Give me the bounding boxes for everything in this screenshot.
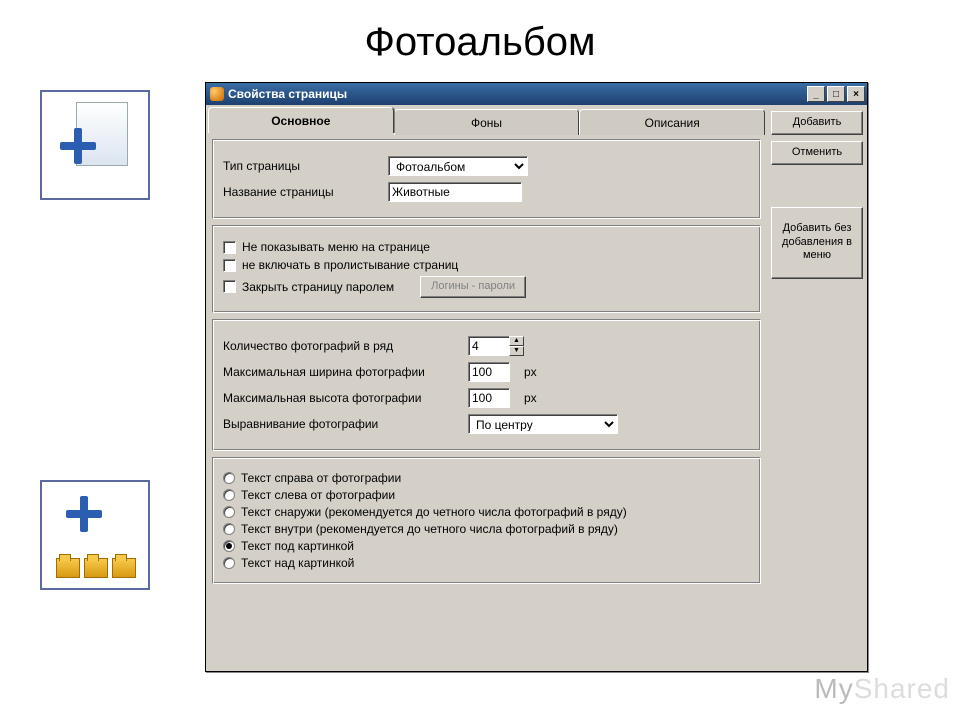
spin-down-icon[interactable]: ▼ (509, 346, 524, 356)
folder-icon (84, 558, 108, 578)
slide-title: Фотоальбом (0, 20, 960, 65)
cancel-button[interactable]: Отменить (771, 141, 863, 165)
radio-icon[interactable] (223, 557, 235, 569)
select-page-type[interactable]: Фотоальбом (388, 156, 528, 176)
titlebar[interactable]: Свойства страницы _ □ × (206, 83, 867, 105)
radio-text-position[interactable]: Текст над картинкой (223, 556, 750, 570)
spin-up-icon[interactable]: ▲ (509, 336, 524, 346)
watermark: MyShared (814, 673, 950, 705)
checkbox-lock-password[interactable] (223, 280, 236, 293)
new-album-icon (40, 480, 150, 590)
group-text-position: Текст справа от фотографии Текст слева от… (212, 457, 761, 584)
folder-icon (56, 558, 80, 578)
input-per-row[interactable] (468, 336, 510, 356)
input-page-name[interactable] (388, 182, 522, 202)
minimize-button[interactable]: _ (807, 86, 825, 102)
radio-text-position[interactable]: Текст слева от фотографии (223, 488, 750, 502)
page-properties-window: Свойства страницы _ □ × Основное Фоны Оп… (205, 82, 868, 672)
label-max-width: Максимальная ширина фотографии (223, 365, 458, 379)
tab-bar: Основное Фоны Описания (208, 107, 765, 133)
label-lock-password: Закрыть страницу паролем (242, 280, 394, 294)
label-max-height: Максимальная высота фотографии (223, 391, 458, 405)
maximize-button[interactable]: □ (827, 86, 845, 102)
radio-icon[interactable] (223, 506, 235, 518)
label-exclude-paging: не включать в пролистывание страниц (242, 258, 458, 272)
radio-icon[interactable] (223, 523, 235, 535)
radio-label: Текст слева от фотографии (241, 488, 395, 502)
radio-text-position[interactable]: Текст внутри (рекомендуется до четного ч… (223, 522, 750, 536)
tab-main[interactable]: Основное (208, 107, 394, 133)
radio-icon[interactable] (223, 472, 235, 484)
tab-backgrounds[interactable]: Фоны (394, 109, 580, 135)
group-photo-settings: Количество фотографий в ряд ▲ ▼ Максимал… (212, 319, 761, 451)
group-options: Не показывать меню на странице не включа… (212, 225, 761, 313)
label-page-name: Название страницы (223, 185, 378, 199)
tab-descriptions[interactable]: Описания (579, 109, 765, 135)
label-page-type: Тип страницы (223, 159, 378, 173)
plus-icon (60, 128, 96, 164)
input-max-width[interactable] (468, 362, 510, 382)
radio-text-position[interactable]: Текст под картинкой (223, 539, 750, 553)
label-per-row: Количество фотографий в ряд (223, 339, 458, 353)
unit-px: px (524, 391, 537, 405)
add-button[interactable]: Добавить (771, 111, 863, 135)
unit-px: px (524, 365, 537, 379)
input-max-height[interactable] (468, 388, 510, 408)
group-basic: Тип страницы Фотоальбом Название страниц… (212, 139, 761, 219)
folder-icon (112, 558, 136, 578)
radio-label: Текст под картинкой (241, 539, 354, 553)
close-button[interactable]: × (847, 86, 865, 102)
radio-label: Текст над картинкой (241, 556, 354, 570)
label-hide-menu: Не показывать меню на странице (242, 240, 430, 254)
radio-label: Текст внутри (рекомендуется до четного ч… (241, 522, 618, 536)
radio-text-position[interactable]: Текст справа от фотографии (223, 471, 750, 485)
plus-icon (66, 496, 102, 532)
radio-text-position[interactable]: Текст снаружи (рекомендуется до четного … (223, 505, 750, 519)
checkbox-exclude-paging[interactable] (223, 259, 236, 272)
app-icon (210, 87, 224, 101)
radio-icon[interactable] (223, 540, 235, 552)
radio-icon[interactable] (223, 489, 235, 501)
add-without-menu-button[interactable]: Добавить без добавления в меню (771, 207, 863, 279)
logins-passwords-button[interactable]: Логины - пароли (420, 276, 526, 298)
new-page-icon (40, 90, 150, 200)
window-title: Свойства страницы (228, 87, 347, 101)
radio-label: Текст справа от фотографии (241, 471, 401, 485)
checkbox-hide-menu[interactable] (223, 241, 236, 254)
select-alignment[interactable]: По центру (468, 414, 618, 434)
label-alignment: Выравнивание фотографии (223, 417, 458, 431)
radio-label: Текст снаружи (рекомендуется до четного … (241, 505, 627, 519)
